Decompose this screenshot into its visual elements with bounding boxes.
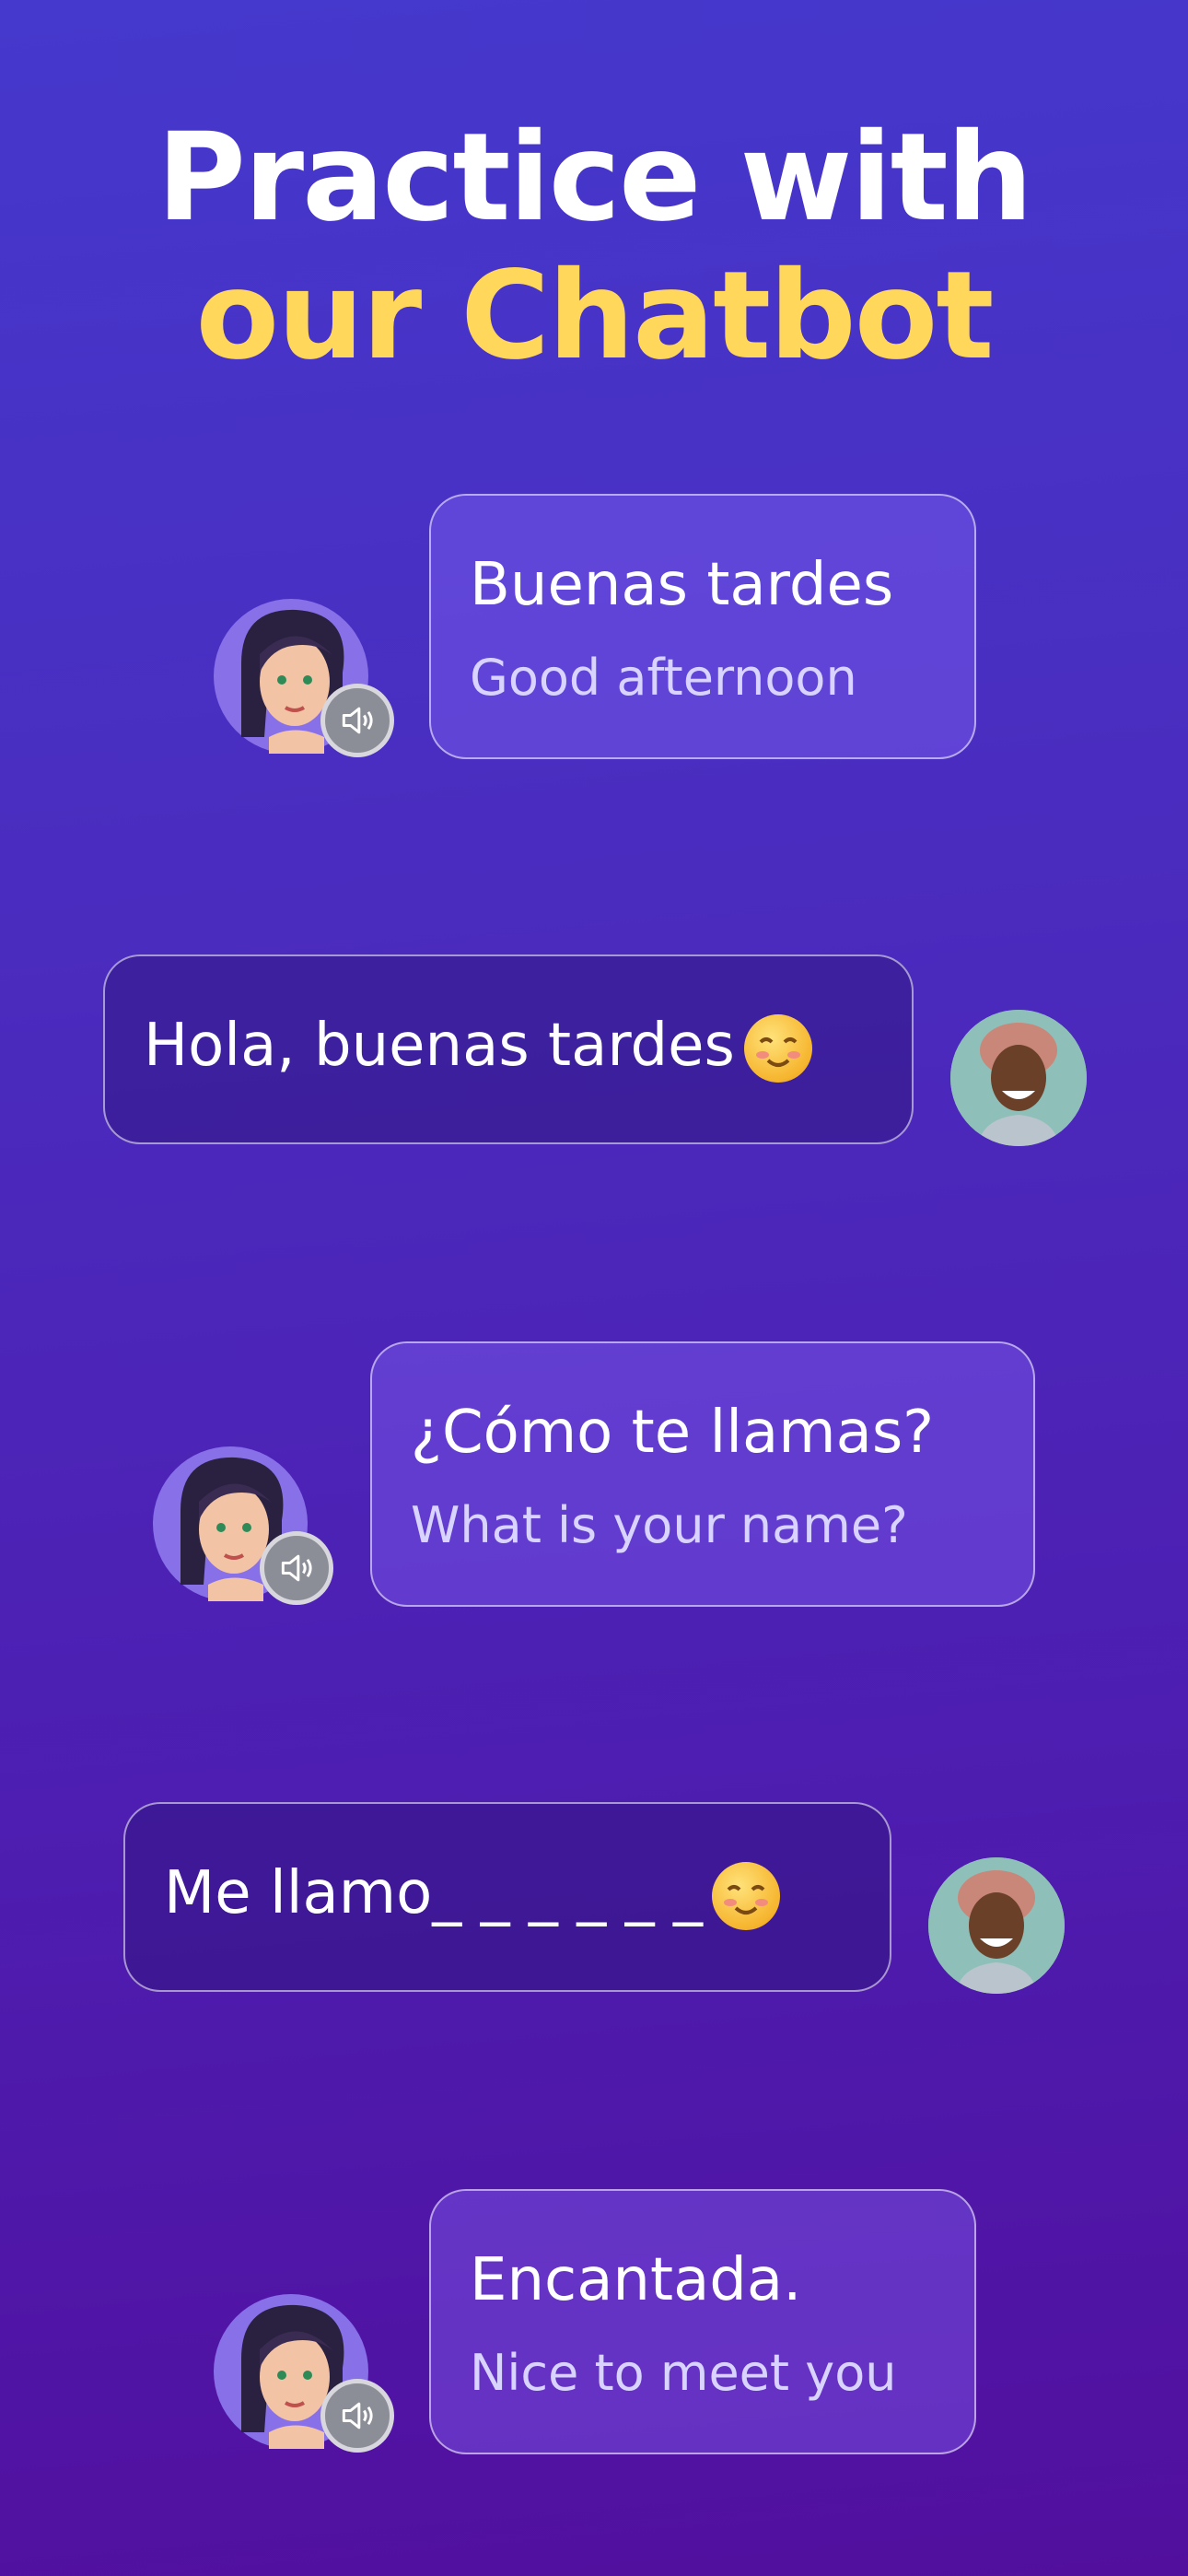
bot-message-bubble: Encantada. Nice to meet you [429, 2189, 976, 2454]
message-text: ¿Cómo te llamas? [411, 1399, 935, 1467]
user-message-bubble: Hola, buenas tardes [103, 954, 914, 1144]
message-text-row: Hola, buenas tardes [144, 1012, 812, 1083]
user-photo-icon [950, 1010, 1087, 1146]
message-translation: Good afternoon [470, 649, 857, 707]
message-translation: What is your name? [411, 1496, 908, 1554]
headline-line-1: Practice with [157, 107, 1033, 249]
headline-line-2: our Chatbot [195, 245, 994, 387]
smiling-face-emoji-icon [743, 1014, 812, 1083]
message-text: Buenas tardes [470, 551, 894, 619]
play-audio-button[interactable] [320, 684, 394, 757]
message-text: Encantada. [470, 2246, 802, 2314]
message-text-row: Me llamo_ _ _ _ _ _ [164, 1859, 780, 1931]
bot-message-bubble: ¿Cómo te llamas? What is your name? [370, 1341, 1035, 1607]
speaker-icon [342, 707, 373, 734]
smiling-face-emoji-icon [711, 1862, 780, 1931]
message-text: Me llamo_ _ _ _ _ _ [164, 1859, 703, 1927]
speaker-icon [281, 1554, 312, 1582]
message-translation: Nice to meet you [470, 2344, 897, 2402]
user-avatar [950, 1010, 1087, 1146]
speaker-icon [342, 2402, 373, 2430]
user-avatar [928, 1857, 1065, 1994]
play-audio-button[interactable] [320, 2379, 394, 2453]
user-photo-icon [928, 1857, 1065, 1994]
play-audio-button[interactable] [260, 1531, 333, 1605]
user-message-bubble: Me llamo_ _ _ _ _ _ [123, 1802, 891, 1992]
bot-message-bubble: Buenas tardes Good afternoon [429, 494, 976, 759]
message-text: Hola, buenas tardes [144, 1012, 735, 1080]
